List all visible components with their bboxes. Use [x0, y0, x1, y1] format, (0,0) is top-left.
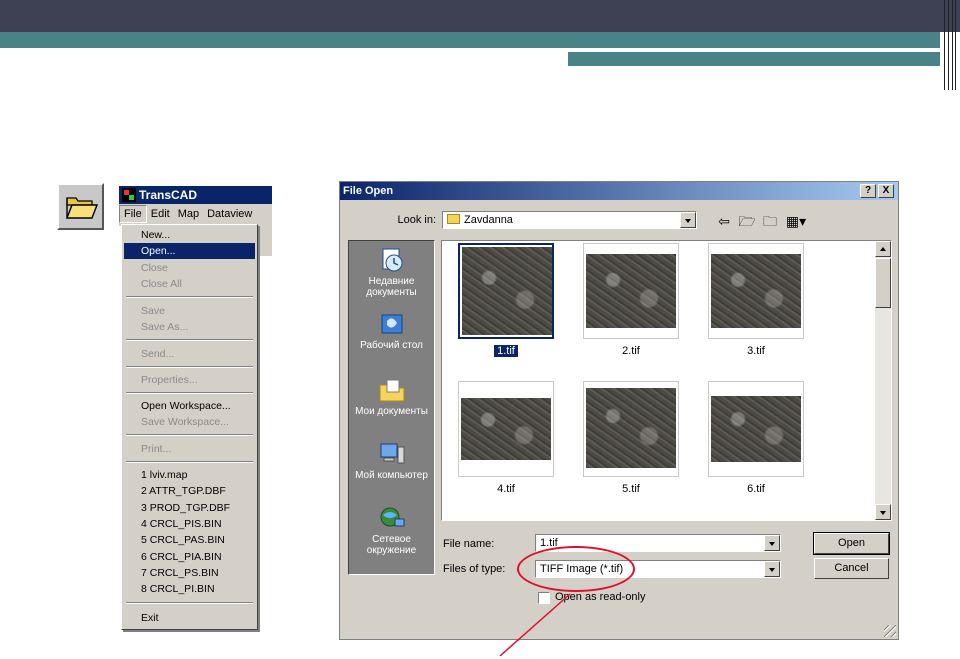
- annotation-arrow: [499, 593, 571, 657]
